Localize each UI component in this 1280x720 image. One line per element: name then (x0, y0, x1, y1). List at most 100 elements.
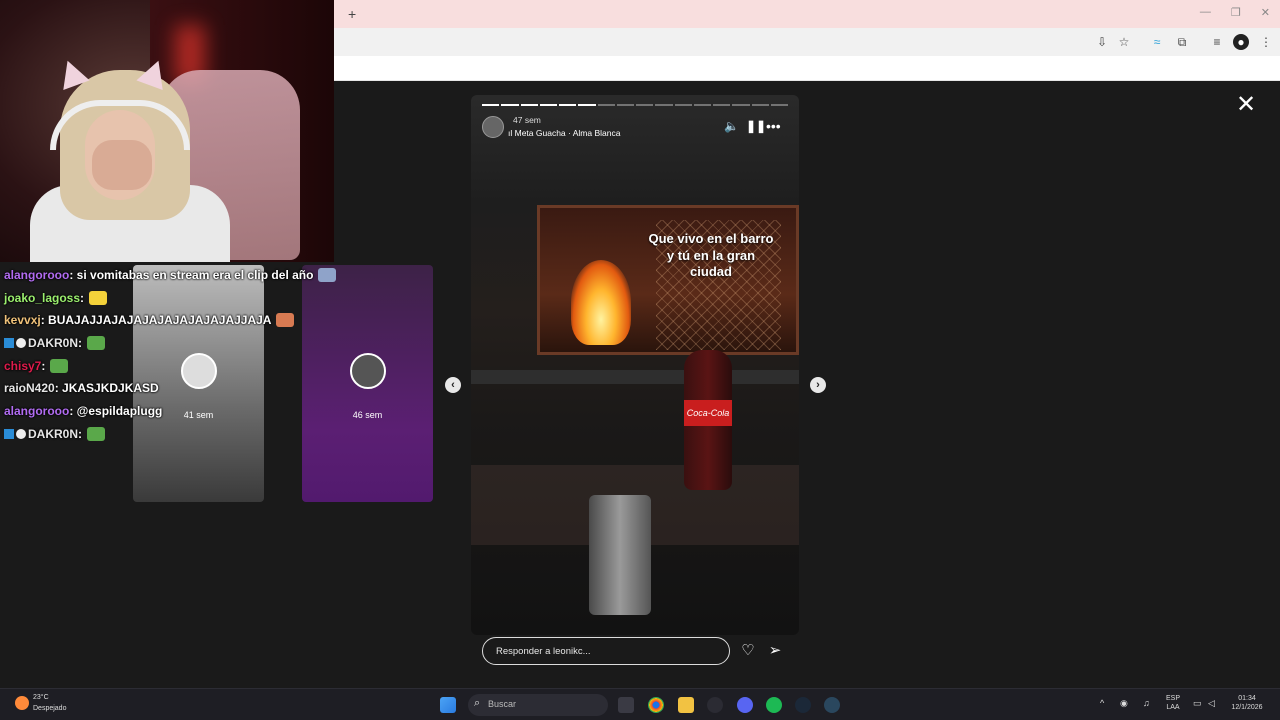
taskbar-search[interactable]: ⌕ Buscar (468, 694, 608, 716)
emote-icon (318, 268, 337, 282)
emote-icon (89, 290, 108, 305)
minimize-button[interactable]: — (1200, 6, 1211, 19)
story-music[interactable]: ıl Meta Guacha · Alma Blanca (508, 128, 620, 138)
clock[interactable]: 01:34 12/1/2026 (1224, 694, 1270, 712)
story-time: 47 sem (513, 115, 541, 125)
close-viewer-button[interactable]: ✕ (1236, 93, 1256, 117)
progress-segment (482, 104, 500, 106)
star-icon[interactable]: ☆ (1116, 34, 1132, 50)
date: 12/1/2026 (1231, 704, 1263, 711)
chat-text: : si vomitabas en stream era el clip del… (69, 268, 314, 282)
progress-segment (732, 104, 750, 106)
weather-desc: Despejado (33, 705, 67, 712)
chat-username[interactable]: DAKR0N (28, 427, 78, 441)
progress-segment (693, 104, 711, 106)
sun-badge-icon (16, 428, 26, 439)
chevron-up-icon[interactable]: ^ (1100, 698, 1104, 708)
volume-icon[interactable]: 🔈 (724, 119, 739, 133)
search-placeholder: Buscar (488, 699, 517, 709)
subscriber-badge-icon (4, 338, 14, 349)
profile-icon[interactable]: ● (1233, 34, 1249, 50)
bottle-label: Coca-Cola (684, 400, 732, 426)
browser-tab-bar: + — ❐ ✕ (334, 0, 1280, 28)
new-tab-button[interactable]: + (348, 6, 356, 22)
chat-username[interactable]: alangorooo (4, 404, 69, 418)
address-bar[interactable] (334, 31, 1069, 53)
chat-message: kevvxj: BUAJAJJAJAJAJAJAJAJAJAJAJJAJA (4, 309, 434, 332)
weather-icon[interactable] (15, 696, 29, 710)
menu-icon[interactable]: ⋮ (1258, 34, 1274, 50)
browser-toolbar: ⇩ ☆ ≈ ⧉ ≡ ● ⋮ (334, 28, 1280, 56)
language-indicator[interactable]: ESP LAA (1163, 694, 1183, 712)
steam-icon[interactable] (795, 697, 811, 713)
chat-text: : (78, 426, 83, 441)
reply-input[interactable] (482, 637, 730, 665)
chat-message: raioN420: JKASJKDJKASD (4, 377, 434, 400)
more-icon[interactable]: ••• (766, 119, 781, 133)
start-icon[interactable] (440, 697, 456, 713)
story-media[interactable]: Coca-Cola Que vivo en el barro y tú en l… (471, 95, 799, 635)
send-icon[interactable]: ➢ (766, 642, 784, 660)
emote-icon (87, 426, 106, 441)
progress-segment (770, 104, 788, 106)
search-icon: ⌕ (474, 697, 481, 709)
discord-icon[interactable] (737, 697, 753, 713)
chat-text: : (80, 290, 85, 305)
chat-username[interactable]: raioN420 (4, 381, 55, 395)
metal-cup (589, 495, 651, 615)
progress-segment (597, 104, 615, 106)
chat-username[interactable]: kevvxj (4, 313, 41, 327)
chat-username[interactable]: alangorooo (4, 268, 69, 282)
avatar[interactable] (482, 116, 504, 138)
volume-icon[interactable]: ◁ (1208, 698, 1215, 709)
chat-message: DAKR0N: (4, 332, 434, 355)
obs-icon[interactable] (707, 697, 723, 713)
next-story-button[interactable]: › (810, 377, 826, 393)
window-controls: — ❐ ✕ (1200, 6, 1270, 19)
mic-icon[interactable]: ♫ (1143, 698, 1150, 708)
previous-story-button[interactable]: ‹ (445, 377, 461, 393)
spotify-icon[interactable] (766, 697, 782, 713)
taskbar: 23°C Despejado ⌕ Buscar ^ ◉ ♫ ESP LAA ▭ … (0, 688, 1280, 720)
webcam-overlay (0, 0, 334, 262)
story-progress (482, 104, 788, 106)
progress-segment (751, 104, 769, 106)
steam-icon[interactable] (824, 697, 840, 713)
lang-bottom: LAA (1166, 704, 1180, 711)
progress-segment (616, 104, 634, 106)
heart-icon[interactable]: ♡ (739, 642, 757, 660)
chat-message: chisy7: (4, 355, 434, 378)
subscriber-badge-icon (4, 428, 14, 439)
story-header: 47 sem ıl Meta Guacha · Alma Blanca 🔈 ❚❚… (482, 114, 792, 140)
progress-segment (559, 104, 577, 106)
emote-icon (50, 358, 69, 373)
display-icon[interactable]: ▭ (1193, 698, 1202, 709)
progress-segment (674, 104, 692, 106)
chat-text: : (41, 358, 46, 373)
extensions-icon[interactable]: ⧉ (1174, 34, 1190, 50)
restore-button[interactable]: ❐ (1231, 6, 1241, 19)
taskview-icon[interactable] (618, 697, 634, 713)
time: 01:34 (1238, 695, 1256, 702)
screen: + — ❐ ✕ ⇩ ☆ ≈ ⧉ ≡ ● ⋮ 41 sem 46 sem alan… (0, 0, 1280, 720)
chat-text: : BUAJAJJAJAJAJAJAJAJAJAJAJJAJA (40, 313, 272, 328)
chrome-icon[interactable] (648, 697, 664, 713)
progress-segment (655, 104, 673, 106)
reading-list-icon[interactable]: ≡ (1209, 34, 1225, 50)
close-window-button[interactable]: ✕ (1261, 6, 1270, 19)
music-title: Meta Guacha · Alma Blanca (514, 128, 621, 138)
emote-icon (87, 336, 106, 351)
folder-icon[interactable] (678, 697, 694, 713)
emote-icon (276, 313, 295, 328)
music-icon: ıl (508, 128, 515, 138)
install-icon[interactable]: ⇩ (1094, 34, 1110, 50)
chat-username[interactable]: joako_lagoss (4, 291, 80, 305)
translate-icon[interactable]: ≈ (1149, 34, 1165, 50)
chat-text: : JKASJKDJKASD (54, 381, 159, 396)
chat-username[interactable]: chisy7 (4, 359, 41, 373)
pause-icon[interactable]: ❚❚ (746, 119, 766, 133)
chat-message: alangorooo: si vomitabas en stream era e… (4, 264, 434, 287)
network-icon[interactable]: ◉ (1120, 698, 1128, 709)
chat-username[interactable]: DAKR0N (28, 336, 78, 350)
progress-segment (713, 104, 731, 106)
